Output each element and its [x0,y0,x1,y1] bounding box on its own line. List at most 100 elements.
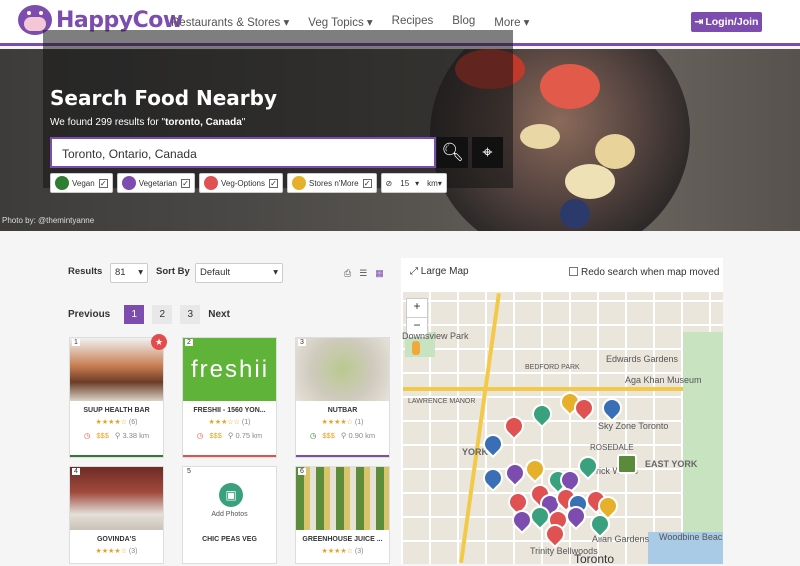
menu-veg-topics[interactable]: Veg Topics ▾ [308,15,372,29]
distance: ⚲ 0.75 km [227,431,263,440]
map-marker[interactable] [617,454,637,474]
previous-link[interactable]: Previous [68,309,110,320]
search-button[interactable]: 🔍︎ [437,137,468,168]
filter-label: Stores n'More [309,178,359,188]
filter-vegetarian[interactable]: Vegetarian ✓ [116,173,195,193]
pagination: Previous 1 2 3 Next [68,305,238,324]
login-join-button[interactable]: ⇥ Login/Join [691,12,762,32]
listing-card[interactable]: 6 GREENHOUSE JUICE ... ★★★★☆ (3) [295,466,390,564]
zoom-out-button[interactable]: − [407,318,427,332]
checkbox-icon[interactable] [569,267,578,276]
next-link[interactable]: Next [208,309,230,320]
rating: ★★★★☆ (1) [296,418,389,426]
main-menu: Restaurants & Stores ▾ Veg Topics ▾ Reci… [171,15,548,29]
strawberry-image [540,64,600,109]
checkbox-icon[interactable]: ✓ [98,178,108,188]
listing-number: 4 [72,468,80,475]
menu-blog[interactable]: Blog [452,15,475,29]
listing-number: 2 [185,339,193,346]
rating-stars: ★★★★☆ [321,548,353,555]
street-view-icon[interactable] [412,341,420,355]
clock-icon: ◷ [309,431,317,440]
listing-card[interactable]: 3 NUTBAR ★★★★☆ (1) ◷ $$$ ⚲ 0.90 km [295,337,390,458]
rating-stars: ★★★☆☆ [208,419,240,426]
locate-me-button[interactable]: ⌖ [472,137,503,168]
map-label: Sky Zone Toronto [598,421,669,431]
crosshair-icon: ⌖ [482,142,493,162]
print-icon[interactable]: ⎙ [344,268,351,279]
logo-text: HappyCow [56,7,183,33]
price: $$$ [322,431,335,440]
search-icon: 🔍︎ [441,142,464,162]
vegetarian-icon [121,176,136,190]
review-count: (3) [128,548,138,555]
listing-number: 6 [298,468,306,475]
results-summary: We found 299 results for "toronto, Canad… [50,117,246,128]
listing-photo: 5 ▣ Add Photos [183,467,276,530]
sort-select[interactable]: Default ▾ [195,263,283,283]
filter-veg-options[interactable]: Veg-Options ✓ [198,173,283,193]
photo-credit: Photo by: @themintyanne [2,216,95,225]
sort-label: Sort By [156,266,190,277]
large-map-toggle[interactable]: ⤢ Large Map [410,266,469,277]
listing-card[interactable]: 1 ★ SÜÜP HEALTH BAR ★★★★☆ (6) ◷ $$$ ⚲ 3.38… [69,334,167,458]
chevron-down-icon: ▾ [415,178,420,188]
location-search-input[interactable]: Toronto, Ontario, Canada [50,137,436,168]
login-label: Login/Join [705,16,759,28]
redo-search-option[interactable]: Redo search when map moved [569,267,719,278]
vegan-icon [55,176,69,190]
page-1[interactable]: 1 [124,305,145,324]
menu-restaurants-stores[interactable]: Restaurants & Stores ▾ [171,15,289,29]
large-map-label: Large Map [420,266,469,277]
zoom-in-button[interactable]: + [407,299,427,318]
map-label: Edwards Gardens [606,354,679,364]
add-photo-icon[interactable]: ▣ [219,483,243,507]
rating: ★★★★☆ (3) [70,547,163,555]
unit-select[interactable]: km [427,179,438,188]
grid-view-icon[interactable]: ▦ [375,268,384,279]
listing-name: CHIC PEAS VEG [202,536,257,543]
banana-slice-image [595,134,635,169]
rating-stars: ★★★★☆ [95,548,127,555]
listing-photo: 2 freshii [183,338,276,401]
park-area [683,332,723,564]
filter-stores[interactable]: Stores n'More ✓ [287,173,377,193]
results-select[interactable]: 81 ▾ [110,263,148,283]
category-bar [70,455,163,457]
listing-card[interactable]: 2 freshii FRESHII - 1560 YON... ★★★☆☆ (1… [182,337,277,458]
expand-icon: ⤢ [410,266,418,277]
map-label: ROSEDALE [590,443,634,452]
chevron-down-icon: ▾ [437,178,442,188]
banana-slice-image [565,164,615,199]
checkbox-icon[interactable]: ✓ [180,178,190,188]
list-view-icon[interactable]: ☰ [359,268,367,279]
checkbox-icon[interactable]: ✓ [269,178,278,188]
review-count: (1) [354,419,364,426]
distance-select[interactable]: 15 [400,179,409,188]
view-options: ⎙ ☰ ▦ [344,268,384,279]
menu-recipes[interactable]: Recipes [392,15,434,29]
rating: ★★★★☆ (6) [70,418,163,426]
listing-card[interactable]: 5 ▣ Add Photos CHIC PEAS VEG [182,466,277,564]
listing-meta: ◷ $$$ ⚲ 3.38 km [70,431,163,440]
listing-photo: 4 [70,467,163,530]
page-2[interactable]: 2 [152,305,173,324]
store-icon [292,176,306,190]
filter-label: Vegan [72,178,95,188]
chevron-down-icon: ▾ [138,267,143,278]
featured-star-icon: ★ [151,334,167,350]
filter-label: Vegetarian [138,178,177,188]
category-bar [183,455,276,457]
map-label: Trinity Bellwoods [530,546,598,556]
filter-vegan[interactable]: Vegan ✓ [50,173,113,193]
add-photos-link[interactable]: Add Photos [183,511,276,518]
listing-card[interactable]: 4 GOVINDA'S ★★★★☆ (3) [69,466,164,564]
distance-filter: ⊘ 15 ▾ km ▾ [380,173,447,193]
rating-stars: ★★★★☆ [321,419,353,426]
distance: ⚲ 0.90 km [340,431,376,440]
listing-name: FRESHII - 1560 YON... [193,407,266,414]
checkbox-icon[interactable]: ✓ [362,178,372,188]
menu-more[interactable]: More ▾ [494,15,529,29]
listing-photo: 6 [296,467,389,530]
page-3[interactable]: 3 [180,305,201,324]
